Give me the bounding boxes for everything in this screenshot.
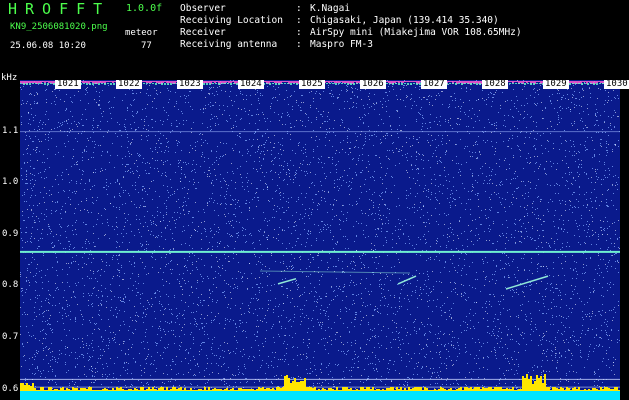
time-tick-label: 1030 (604, 79, 629, 89)
y-tick-label: 0.8 (2, 280, 19, 290)
spectrogram (20, 80, 620, 400)
time-tick-label: 1023 (177, 79, 203, 89)
meteor-label: meteor (125, 28, 158, 38)
info-colon: : (296, 3, 302, 14)
y-tick-label: 1.0 (2, 177, 19, 187)
meteor-count: 77 (141, 41, 152, 51)
y-tick-label: 0.7 (2, 332, 19, 342)
info-value: AirSpy mini (Miakejima VOR 108.65MHz) (310, 27, 522, 38)
time-tick-label: 1026 (360, 79, 386, 89)
info-key: Receiving Location (180, 15, 283, 26)
time-tick-label: 1029 (543, 79, 569, 89)
bottom-band-cyan (20, 391, 620, 400)
info-key: Receiver (180, 27, 226, 38)
info-value: Chigasaki, Japan (139.414 35.340) (310, 15, 499, 26)
info-value: Maspro FM-3 (310, 39, 373, 50)
file-name: KN9_2506081020.png (10, 22, 108, 32)
time-tick-label: 1025 (299, 79, 325, 89)
y-tick-label: 0.9 (2, 229, 19, 239)
header-panel: HROFFT 1.0.0f KN9_2506081020.png meteor … (0, 0, 629, 78)
info-colon: : (296, 15, 302, 26)
info-colon: : (296, 27, 302, 38)
y-tick-label: 0.6 (2, 384, 19, 394)
y-axis-unit: kHz (1, 73, 18, 83)
time-tick-label: 1024 (238, 79, 264, 89)
time-tick-label: 1021 (55, 79, 81, 89)
time-tick-label: 1022 (116, 79, 142, 89)
info-value: K.Nagai (310, 3, 351, 14)
info-key: Receiving antenna (180, 39, 278, 50)
capture-datetime: 25.06.08 10:20 (10, 41, 86, 51)
time-tick-label: 1028 (482, 79, 508, 89)
info-key: Observer (180, 3, 226, 14)
time-tick-label: 1027 (421, 79, 447, 89)
info-colon: : (296, 39, 302, 50)
y-tick-label: 1.1 (2, 126, 19, 136)
app-version: 1.0.0f (126, 3, 163, 14)
app-title: HROFFT (8, 0, 111, 18)
